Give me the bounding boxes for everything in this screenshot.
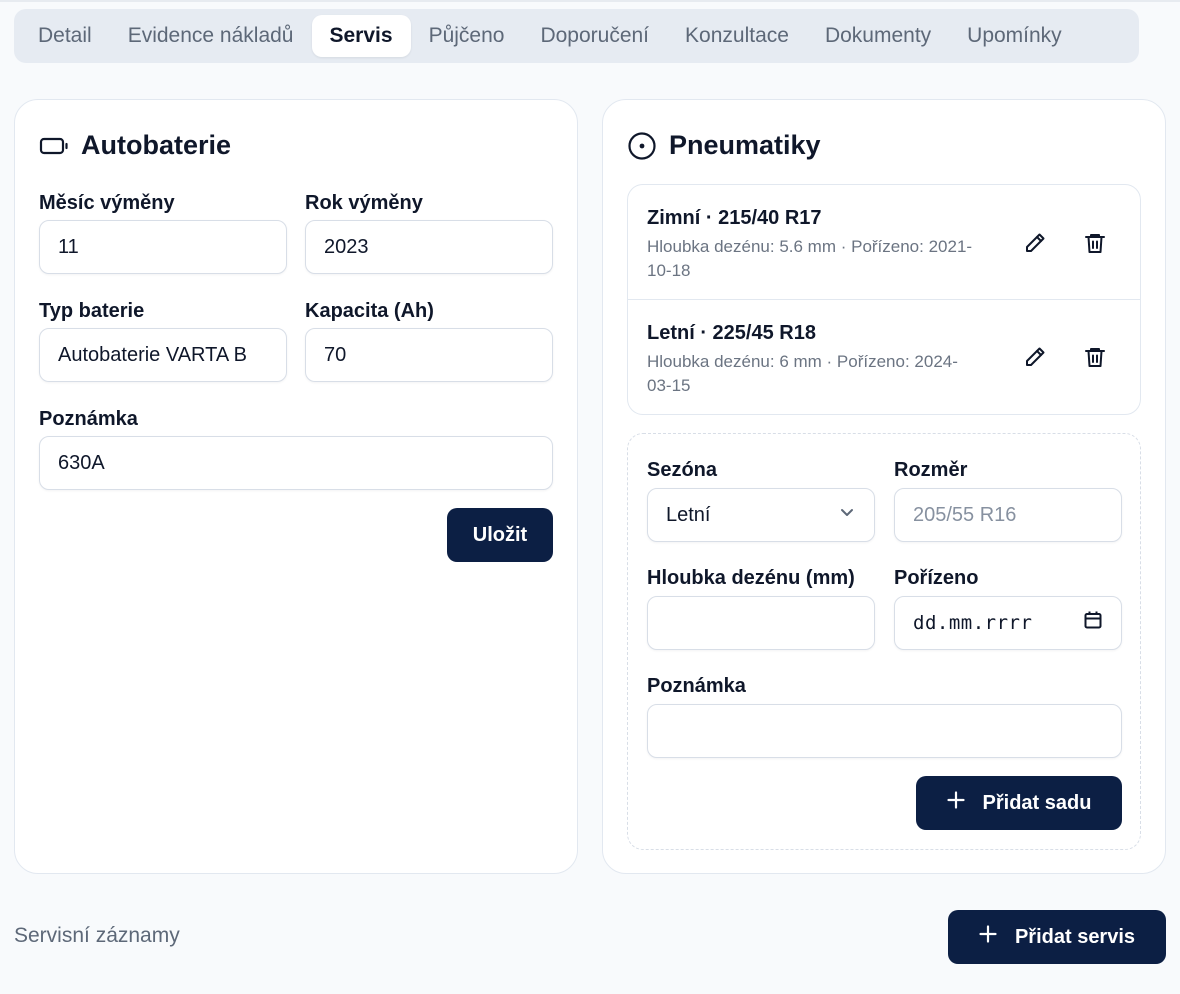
size-label: Rozměr	[894, 459, 968, 481]
calendar-icon[interactable]	[1083, 610, 1103, 636]
edit-icon[interactable]	[1019, 341, 1051, 373]
tire-item-title: Letní · 225/45 R18	[647, 322, 816, 344]
tire-item: Letní · 225/45 R18 Hloubka dezénu: 6 mm …	[628, 300, 1140, 414]
month-label: Měsíc výměny	[39, 192, 175, 214]
edit-icon[interactable]	[1019, 227, 1051, 259]
plus-icon	[946, 791, 965, 815]
tab-servis[interactable]: Servis	[311, 15, 411, 57]
tab-konzultace[interactable]: Konzultace	[667, 15, 807, 57]
tire-item: Zimní · 215/40 R17 Hloubka dezénu: 5.6 m…	[628, 185, 1140, 300]
add-tire-set-button[interactable]: Přidat sadu	[916, 776, 1122, 830]
month-input[interactable]: 11	[39, 220, 287, 274]
battery-note-label: Poznámka	[39, 408, 138, 430]
depth-input[interactable]	[647, 596, 875, 650]
tire-note-input[interactable]	[647, 704, 1122, 758]
tab-dokumenty[interactable]: Dokumenty	[807, 15, 949, 57]
season-select[interactable]: Letní	[647, 488, 875, 542]
service-records-heading: Servisní záznamy	[14, 924, 180, 947]
battery-icon	[39, 135, 69, 157]
purchased-label: Pořízeno	[894, 567, 979, 589]
battery-card: Autobaterie Měsíc výměny 11 Rok výměny 2…	[14, 99, 578, 874]
season-label: Sezóna	[647, 459, 718, 481]
year-label: Rok výměny	[305, 192, 423, 214]
trash-icon[interactable]	[1079, 341, 1111, 373]
tab-evidence-nakladu[interactable]: Evidence nákladů	[110, 15, 312, 57]
top-border	[0, 0, 1180, 2]
tires-card-title: Pneumatiky	[627, 130, 821, 161]
battery-card-title: Autobaterie	[39, 130, 231, 161]
battery-note-input[interactable]: 630A	[39, 436, 553, 490]
chevron-down-icon	[838, 503, 856, 527]
date-placeholder: dd.mm.rrrr	[913, 612, 1033, 634]
depth-label: Hloubka dezénu (mm)	[647, 567, 855, 589]
year-input[interactable]: 2023	[305, 220, 553, 274]
add-service-button[interactable]: Přidat servis	[948, 910, 1166, 964]
battery-type-input[interactable]: Autobaterie VARTA B	[39, 328, 287, 382]
tab-upominky[interactable]: Upomínky	[949, 15, 1080, 57]
tire-item-meta: Hloubka dezénu: 6 mm · Pořízeno: 2024-03…	[647, 352, 958, 395]
tire-item-meta: Hloubka dezénu: 5.6 mm · Pořízeno: 2021-…	[647, 237, 973, 280]
battery-type-label: Typ baterie	[39, 300, 145, 322]
add-service-label: Přidat servis	[1014, 925, 1136, 948]
trash-icon[interactable]	[1079, 227, 1111, 259]
add-tire-set-label: Přidat sadu	[982, 791, 1092, 814]
plus-icon	[979, 925, 997, 949]
tire-item-title: Zimní · 215/40 R17	[647, 207, 822, 229]
tires-card: Pneumatiky Zimní · 215/40 R17 Hloubka de…	[602, 99, 1166, 874]
tire-list: Zimní · 215/40 R17 Hloubka dezénu: 5.6 m…	[627, 184, 1141, 415]
add-tire-set-form: Sezóna Letní Rozměr 205/55 R16 Hloubka d…	[627, 433, 1141, 850]
season-select-value: Letní	[666, 503, 711, 526]
tires-title: Pneumatiky	[669, 130, 821, 160]
capacity-label: Kapacita (Ah)	[305, 300, 434, 322]
tab-bar: Detail Evidence nákladů Servis Půjčeno D…	[14, 9, 1139, 63]
size-input[interactable]: 205/55 R16	[894, 488, 1122, 542]
save-battery-button[interactable]: Uložit	[447, 508, 553, 562]
tab-doporuceni[interactable]: Doporučení	[522, 15, 667, 57]
capacity-input[interactable]: 70	[305, 328, 553, 382]
battery-title: Autobaterie	[81, 130, 232, 160]
purchased-date-input[interactable]: dd.mm.rrrr	[894, 596, 1122, 650]
tab-pujceno[interactable]: Půjčeno	[411, 15, 523, 57]
tire-icon	[627, 131, 657, 161]
tire-note-label: Poznámka	[647, 675, 746, 697]
tab-detail[interactable]: Detail	[20, 15, 110, 57]
